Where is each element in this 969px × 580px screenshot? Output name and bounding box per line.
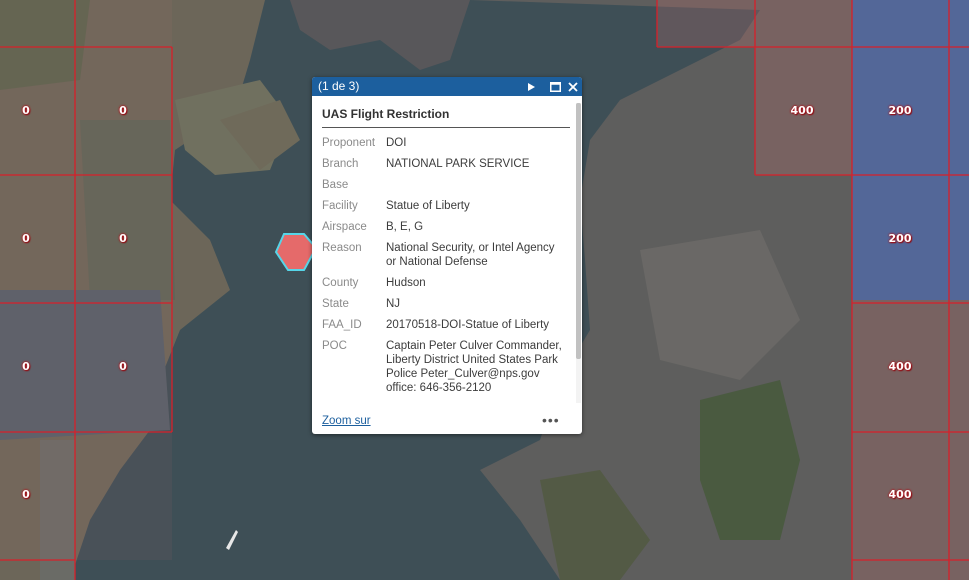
attribute-label: Branch: [322, 158, 359, 170]
grid-cell-altitude-label: 0: [22, 232, 30, 245]
attribute-row: Reason National Security, or Intel Agency…: [322, 241, 572, 269]
grid-cell-altitude-label: 0: [22, 488, 30, 501]
attribute-row: State NJ: [322, 297, 572, 311]
close-icon: [568, 81, 578, 92]
scrollbar-thumb[interactable]: [576, 103, 581, 359]
maximize-icon: [549, 81, 561, 92]
attribute-row: Proponent DOI: [322, 136, 572, 150]
next-feature-button[interactable]: [522, 77, 540, 96]
attribute-row: Airspace B, E, G: [322, 220, 572, 234]
attribute-label: FAA_ID: [322, 319, 362, 331]
attribute-row: POC Captain Peter Culver Commander, Liber…: [322, 339, 572, 395]
grid-cell-altitude-label: 200: [888, 232, 912, 245]
grid-cell-altitude-label: 400: [888, 360, 912, 373]
attribute-label: Airspace: [322, 221, 367, 233]
attribute-row: Base: [322, 178, 572, 192]
attribute-value: DOI: [386, 137, 407, 149]
attribute-label: Proponent: [322, 137, 376, 149]
attribute-table: Proponent DOI Branch NATIONAL PARK SERVICE B…: [322, 136, 572, 402]
feature-popup[interactable]: (1 de 3) UAS Flight Restriction Proponen…: [312, 77, 582, 434]
attribute-label: Base: [322, 179, 349, 191]
attribute-value: NATIONAL PARK SERVICE: [386, 158, 530, 170]
popup-footer: Zoom sur •••: [312, 410, 582, 434]
attribute-row: County Hudson: [322, 276, 572, 290]
attribute-label: POC: [322, 340, 347, 352]
grid-cell-altitude-label: 400: [888, 488, 912, 501]
attribute-value: [386, 178, 566, 192]
attribute-row: Branch NATIONAL PARK SERVICE: [322, 157, 572, 171]
maximize-button[interactable]: [546, 77, 564, 96]
attribute-label: Reason: [322, 242, 362, 254]
grid-cell-altitude-label: 0: [119, 104, 127, 117]
attribute-value: 20170518-DOI-Statue of Liberty: [386, 319, 550, 331]
attribute-value: National Security, or Intel Agency or Na…: [386, 242, 555, 268]
more-options-icon[interactable]: •••: [542, 412, 560, 428]
popup-body: UAS Flight Restriction Proponent DOI Branc…: [312, 96, 582, 410]
attribute-row: Facility Statue of Liberty: [322, 199, 572, 213]
play-icon: [528, 82, 535, 91]
close-button[interactable]: [564, 77, 582, 96]
popup-counter: (1 de 3): [318, 79, 360, 93]
popup-header: (1 de 3): [312, 77, 582, 96]
popup-title: UAS Flight Restriction: [322, 107, 570, 128]
attribute-label: County: [322, 277, 359, 289]
grid-cell-altitude-label: 200: [888, 104, 912, 117]
grid-cell-altitude-label: 0: [119, 360, 127, 373]
grid-cell-altitude-label: 0: [22, 360, 30, 373]
attribute-value: Hudson: [386, 277, 426, 289]
attribute-label: Facility: [322, 200, 358, 212]
attribute-value: Captain Peter Culver Commander, Liberty …: [386, 340, 562, 394]
attribute-value: NJ: [386, 298, 401, 310]
attribute-label: State: [322, 298, 349, 310]
grid-cell-altitude-label: 400: [790, 104, 814, 117]
attribute-value: B, E, G: [386, 221, 424, 233]
grid-cell-altitude-label: 0: [22, 104, 30, 117]
attribute-value: Statue of Liberty: [386, 200, 470, 212]
zoom-to-link[interactable]: Zoom sur: [322, 415, 371, 427]
grid-cell-altitude-label: 0: [119, 232, 127, 245]
attribute-row: FAA_ID 20170518-DOI-Statue of Liberty: [322, 318, 572, 332]
